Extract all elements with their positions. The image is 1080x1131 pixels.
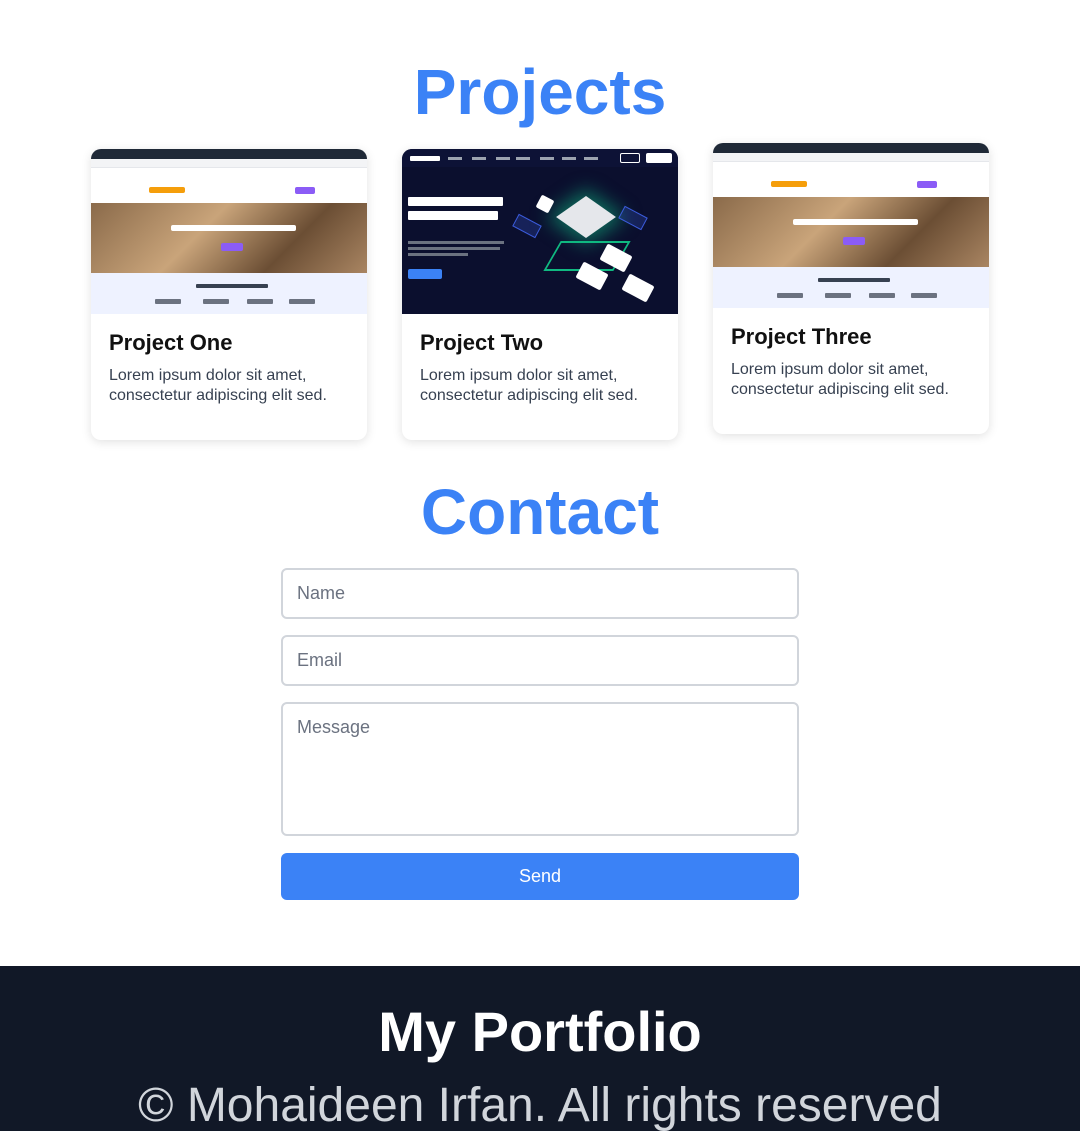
name-input[interactable] [281, 568, 799, 619]
site-footer: My Portfolio © Mohaideen Irfan. All righ… [0, 966, 1080, 1131]
project-title: Project Three [731, 324, 872, 349]
footer-title: My Portfolio [378, 1000, 702, 1063]
project-two-screenshot [402, 149, 678, 314]
message-textarea[interactable] [281, 702, 799, 836]
contact-heading: Contact [420, 476, 660, 548]
project-description: Lorem ipsum dolor sit amet, consectetur … [731, 361, 949, 398]
email-input[interactable] [281, 635, 799, 686]
project-card-one[interactable]: Project One Lorem ipsum dolor sit amet, … [91, 149, 367, 440]
project-title: Project One [109, 330, 233, 355]
project-description: Lorem ipsum dolor sit amet, consectetur … [420, 367, 638, 404]
project-three-screenshot [713, 143, 989, 308]
project-card-two[interactable]: Project Two Lorem ipsum dolor sit amet, … [402, 149, 678, 440]
project-description: Lorem ipsum dolor sit amet, consectetur … [109, 367, 327, 404]
projects-heading: Projects [413, 56, 667, 128]
footer-copyright: © Mohaideen Irfan. All rights reserved [138, 1079, 942, 1131]
project-one-screenshot [91, 149, 367, 314]
send-button[interactable]: Send [281, 853, 799, 900]
project-card-three[interactable]: Project Three Lorem ipsum dolor sit amet… [713, 143, 989, 434]
project-title: Project Two [420, 330, 544, 355]
